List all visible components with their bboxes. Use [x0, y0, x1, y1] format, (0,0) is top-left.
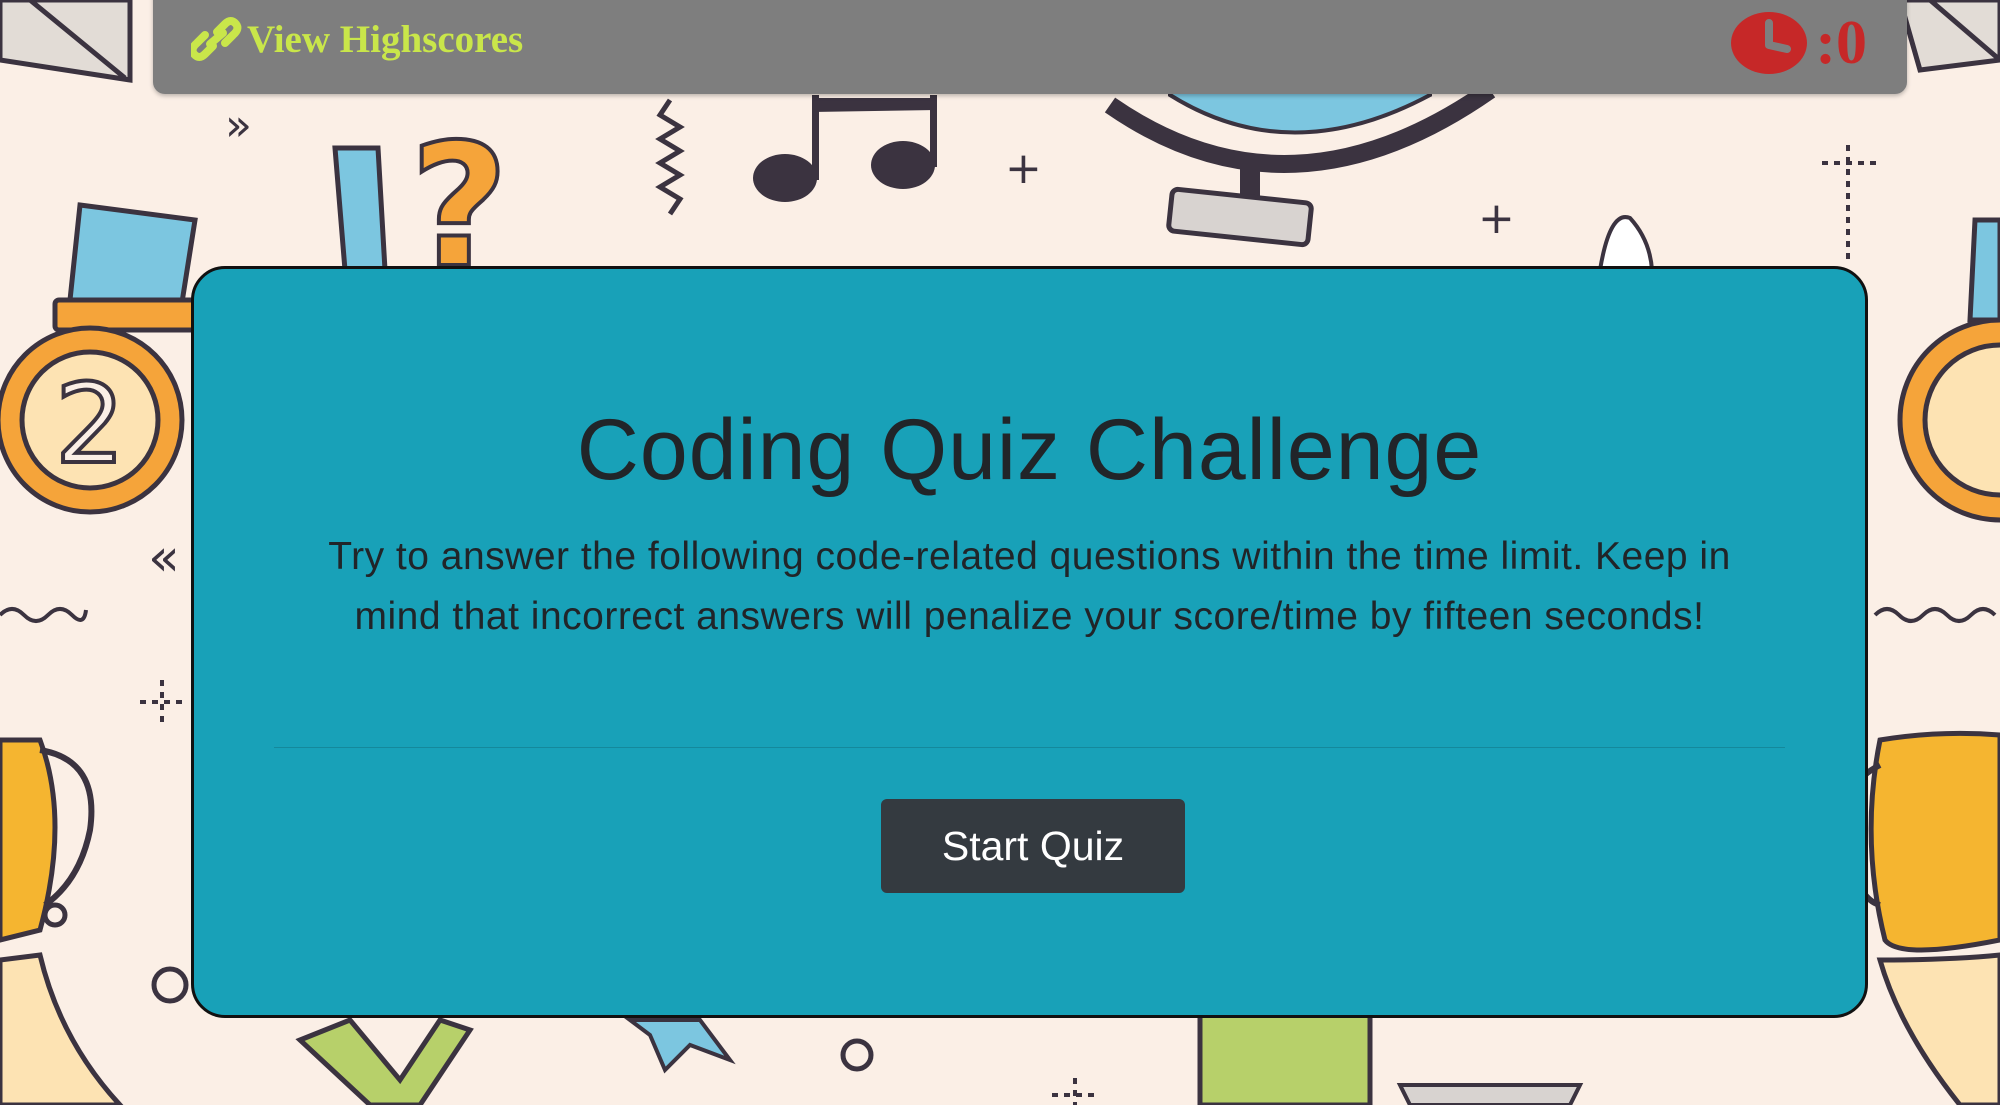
- quiz-instructions: Try to answer the following code-related…: [328, 535, 1731, 638]
- timer-value: :0: [1815, 8, 1867, 77]
- block-decoration: [1197, 1007, 1373, 1105]
- svg-text:2: 2: [55, 360, 125, 488]
- top-navbar: View Highscores :0: [153, 0, 1907, 94]
- ruler-decoration: [332, 145, 388, 273]
- envelope-right-decoration: [1897, 0, 2000, 73]
- view-highscores-label: View Highscores: [247, 17, 524, 61]
- timer-display: :0: [1731, 8, 1867, 77]
- link-icon: [188, 16, 243, 62]
- page-title: Coding Quiz Challenge: [576, 402, 1483, 498]
- view-highscores-link[interactable]: View Highscores: [188, 16, 524, 62]
- quiz-intro-card: Coding Quiz Challenge Try to answer the …: [191, 266, 1868, 1018]
- quote-decoration: »: [225, 100, 252, 151]
- divider: [274, 747, 1785, 748]
- start-quiz-button[interactable]: Start Quiz: [881, 799, 1185, 893]
- plus-decoration: +: [1478, 193, 1515, 244]
- block-decoration: [1396, 1083, 1584, 1105]
- clock-icon: [1731, 11, 1811, 75]
- plus-decoration: +: [1005, 143, 1042, 194]
- quote-decoration: «: [148, 528, 180, 588]
